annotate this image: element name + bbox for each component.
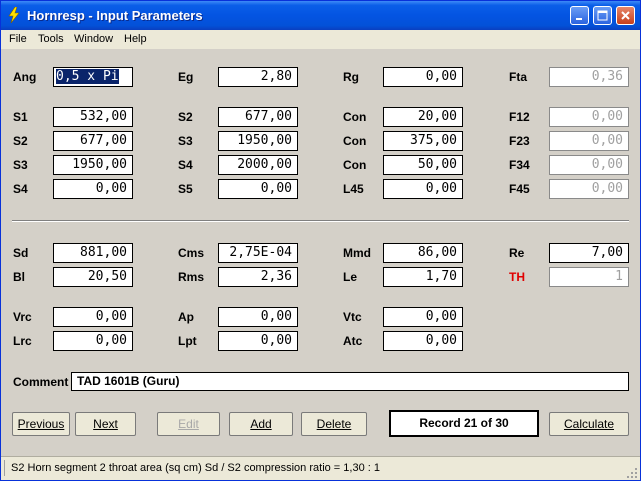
title-bar[interactable]: Hornresp - Input Parameters <box>1 1 640 30</box>
ap-field[interactable]: 0,00 <box>218 307 298 327</box>
cms-field[interactable]: 2,75E-04 <box>218 243 298 263</box>
s4-seg4-label: S4 <box>13 182 28 196</box>
s1-field[interactable]: 532,00 <box>53 107 133 127</box>
close-icon <box>621 11 630 20</box>
th-field: 1 <box>549 267 629 287</box>
lpt-field[interactable]: 0,00 <box>218 331 298 351</box>
re-field[interactable]: 7,00 <box>549 243 629 263</box>
next-button[interactable]: Next <box>75 412 136 436</box>
cms-label: Cms <box>178 246 205 260</box>
comment-label: Comment <box>13 375 69 389</box>
th-label[interactable]: TH <box>509 270 525 284</box>
f12-field: 0,00 <box>549 107 629 127</box>
le-label: Le <box>343 270 358 284</box>
f23-field: 0,00 <box>549 131 629 151</box>
edit-button: Edit <box>157 412 220 436</box>
vtc-label: Vtc <box>343 310 362 324</box>
minimize-button[interactable] <box>570 6 589 25</box>
re-label: Re <box>509 246 525 260</box>
con1-field[interactable]: 20,00 <box>383 107 463 127</box>
vrc-field[interactable]: 0,00 <box>53 307 133 327</box>
l45-label: L45 <box>343 182 364 196</box>
f23-label: F23 <box>509 134 530 148</box>
s2-seg2-label: S2 <box>13 134 28 148</box>
bl-label: Bl <box>13 270 25 284</box>
s4-seg4-field[interactable]: 0,00 <box>53 179 133 199</box>
ap-label: Ap <box>178 310 194 324</box>
ang-field[interactable]: 0,5 x Pi <box>53 67 133 87</box>
s3-label: S3 <box>178 134 193 148</box>
menu-tools[interactable]: Tools <box>38 33 64 45</box>
sd-label: Sd <box>13 246 29 260</box>
rms-field[interactable]: 2,36 <box>218 267 298 287</box>
comment-field[interactable]: TAD 1601B (Guru) <box>71 372 629 391</box>
add-button[interactable]: Add <box>229 412 293 436</box>
mmd-field[interactable]: 86,00 <box>383 243 463 263</box>
hornresp-app-icon[interactable] <box>6 7 22 23</box>
s3-seg3-field[interactable]: 1950,00 <box>53 155 133 175</box>
atc-label: Atc <box>343 334 363 348</box>
menu-bar: File Tools Window Help <box>1 30 640 49</box>
fta-field: 0,36 <box>549 67 629 87</box>
input-parameters-panel: Ang 0,5 x Pi Eg 2,80 Rg 0,00 Fta 0,36 S1… <box>1 49 640 456</box>
ang-value: 0,5 x Pi <box>56 69 119 84</box>
l45-field[interactable]: 0,00 <box>383 179 463 199</box>
eg-label: Eg <box>178 70 194 84</box>
f12-label: F12 <box>509 110 530 124</box>
ang-label: Ang <box>13 70 37 84</box>
window-title: Hornresp - Input Parameters <box>27 8 203 23</box>
s2-seg2-field[interactable]: 677,00 <box>53 131 133 151</box>
vrc-label: Vrc <box>13 310 32 324</box>
menu-file[interactable]: File <box>9 33 27 45</box>
maximize-icon <box>597 10 608 21</box>
delete-button[interactable]: Delete <box>301 412 367 436</box>
status-bar: S2 Horn segment 2 throat area (sq cm) Sd… <box>1 456 640 480</box>
fta-label: Fta <box>509 70 527 84</box>
close-button[interactable] <box>616 6 635 25</box>
f45-label: F45 <box>509 182 530 196</box>
status-text: S2 Horn segment 2 throat area (sq cm) Sd… <box>11 462 380 474</box>
f45-field: 0,00 <box>549 179 629 199</box>
le-field[interactable]: 1,70 <box>383 267 463 287</box>
sd-field[interactable]: 881,00 <box>53 243 133 263</box>
rg-label: Rg <box>343 70 359 84</box>
s3-seg3-label: S3 <box>13 158 28 172</box>
s1-label: S1 <box>13 110 28 124</box>
s5-label: S5 <box>178 182 193 196</box>
record-indicator: Record 21 of 30 <box>389 410 539 437</box>
lpt-label: Lpt <box>178 334 197 348</box>
hornresp-window: Hornresp - Input Parameters File Tools W… <box>0 0 641 481</box>
vtc-field[interactable]: 0,00 <box>383 307 463 327</box>
con3-field[interactable]: 50,00 <box>383 155 463 175</box>
mmd-label: Mmd <box>343 246 371 260</box>
menu-window[interactable]: Window <box>74 33 113 45</box>
rg-field[interactable]: 0,00 <box>383 67 463 87</box>
menu-help[interactable]: Help <box>124 33 147 45</box>
lrc-field[interactable]: 0,00 <box>53 331 133 351</box>
con2-label: Con <box>343 134 367 148</box>
previous-button[interactable]: Previous <box>12 412 70 436</box>
resize-grip-icon[interactable] <box>626 467 638 479</box>
atc-field[interactable]: 0,00 <box>383 331 463 351</box>
s2-field[interactable]: 677,00 <box>218 107 298 127</box>
s3-field[interactable]: 1950,00 <box>218 131 298 151</box>
maximize-button[interactable] <box>593 6 612 25</box>
con1-label: Con <box>343 110 367 124</box>
con2-field[interactable]: 375,00 <box>383 131 463 151</box>
f34-label: F34 <box>509 158 530 172</box>
s4-field[interactable]: 2000,00 <box>218 155 298 175</box>
f34-field: 0,00 <box>549 155 629 175</box>
status-divider <box>4 460 6 476</box>
bl-field[interactable]: 20,50 <box>53 267 133 287</box>
s2-label: S2 <box>178 110 193 124</box>
calculate-button[interactable]: Calculate <box>549 412 629 436</box>
eg-field[interactable]: 2,80 <box>218 67 298 87</box>
s4-label: S4 <box>178 158 193 172</box>
s5-field[interactable]: 0,00 <box>218 179 298 199</box>
con3-label: Con <box>343 158 367 172</box>
minimize-icon <box>576 18 582 20</box>
lrc-label: Lrc <box>13 334 32 348</box>
section-divider <box>12 220 629 222</box>
rms-label: Rms <box>178 270 205 284</box>
